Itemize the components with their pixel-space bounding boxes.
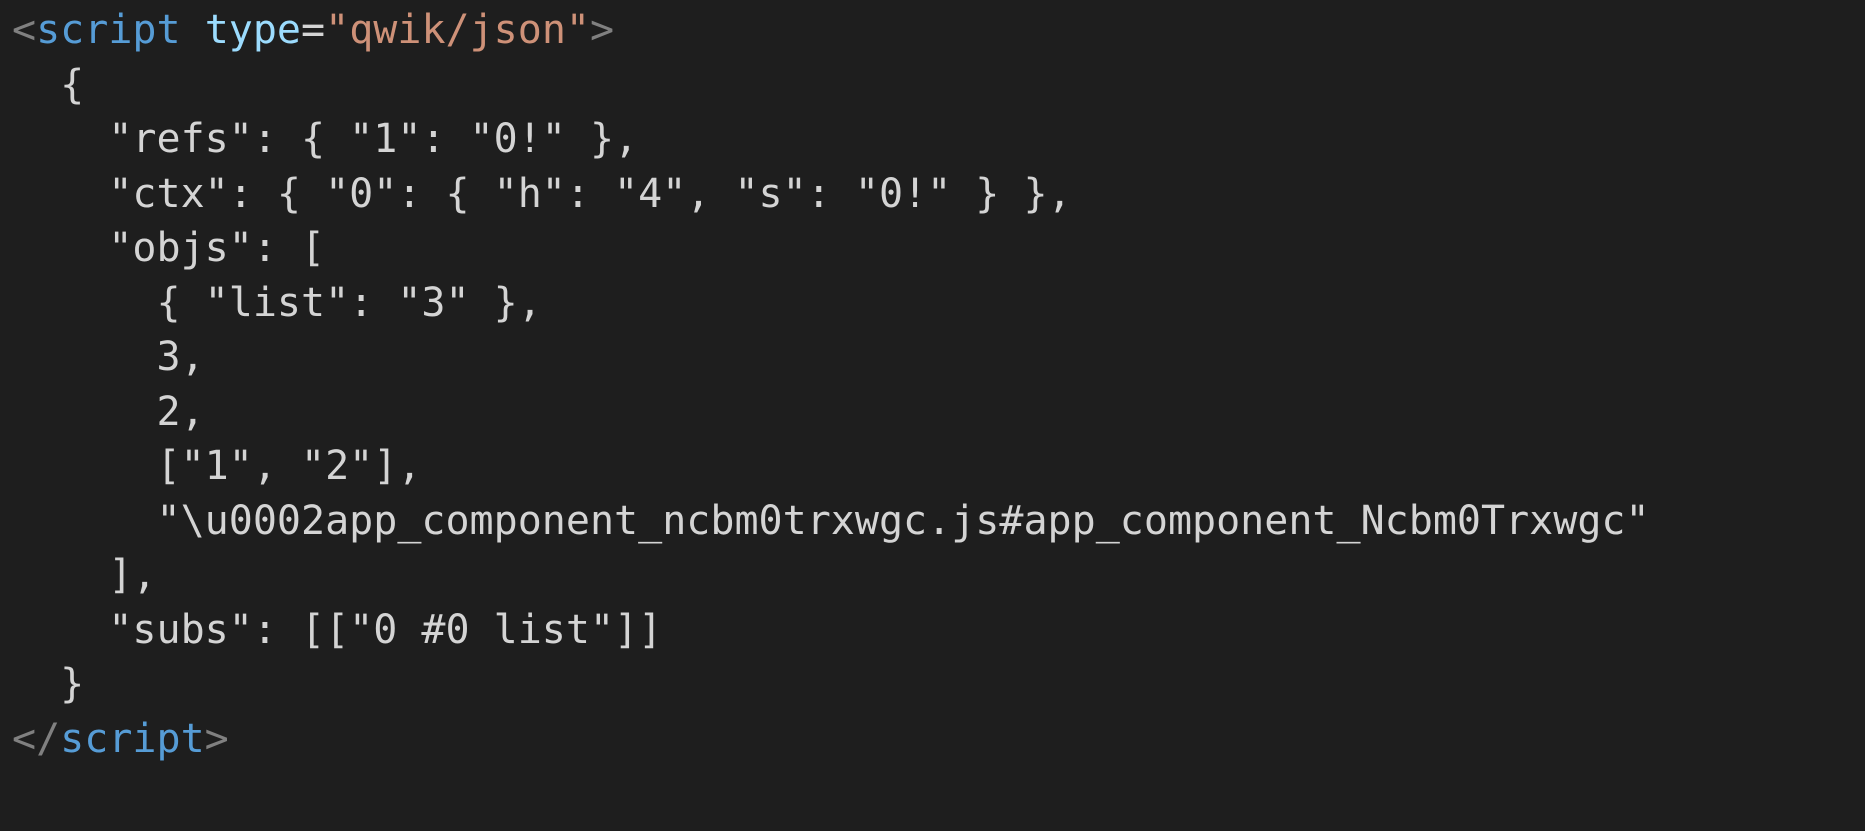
code-line: 3, [12, 330, 1650, 385]
code-text: 2, [12, 388, 205, 435]
code-text: { "list": "3" }, [12, 279, 542, 326]
code-line: "refs": { "1": "0!" }, [12, 112, 1650, 167]
code-block: <script type="qwik/json"> { "refs": { "1… [12, 3, 1650, 766]
code-text: "subs": [["0 #0 list"]] [12, 606, 663, 653]
attribute-value: "qwik/json" [325, 7, 591, 53]
code-text: "objs": [ [12, 225, 326, 271]
code-text: ["1", "2"], [12, 443, 422, 489]
code-line: { [12, 58, 1650, 113]
code-text: { [12, 61, 85, 108]
tag-open-bracket: </ [12, 715, 61, 762]
code-line-script-open: <script type="qwik/json"> [12, 3, 1650, 58]
code-line: } [12, 657, 1650, 712]
code-line: 2, [12, 385, 1650, 440]
code-line: { "list": "3" }, [12, 276, 1650, 331]
code-line: "objs": [ [12, 221, 1650, 276]
code-line-script-close: </script> [12, 712, 1650, 767]
code-line: "\u0002app_component_ncbm0trxwgc.js#app_… [12, 494, 1650, 549]
code-editor[interactable]: <script type="qwik/json"> { "refs": { "1… [0, 0, 1865, 831]
tag-close-bracket: > [590, 7, 615, 53]
tag-name: script [60, 715, 205, 762]
code-line: "subs": [["0 #0 list"]] [12, 603, 1650, 658]
code-text: 3, [12, 334, 205, 380]
code-text: "refs": { "1": "0!" }, [12, 116, 639, 162]
tag-name: script [36, 7, 181, 53]
code-text: "ctx": { "0": { "h": "4", "s": "0!" } }, [12, 170, 1072, 217]
code-text: } [12, 661, 85, 707]
attribute-equals: = [301, 7, 326, 53]
code-text: "\u0002app_component_ncbm0trxwgc.js#app_… [12, 497, 1650, 544]
code-line: ["1", "2"], [12, 439, 1650, 494]
code-line: "ctx": { "0": { "h": "4", "s": "0!" } }, [12, 167, 1650, 222]
code-line: ], [12, 548, 1650, 603]
tag-close-bracket: > [204, 715, 229, 762]
tag-open-bracket: < [12, 7, 37, 53]
code-text: ], [12, 552, 157, 598]
attribute-name: type [204, 7, 302, 53]
